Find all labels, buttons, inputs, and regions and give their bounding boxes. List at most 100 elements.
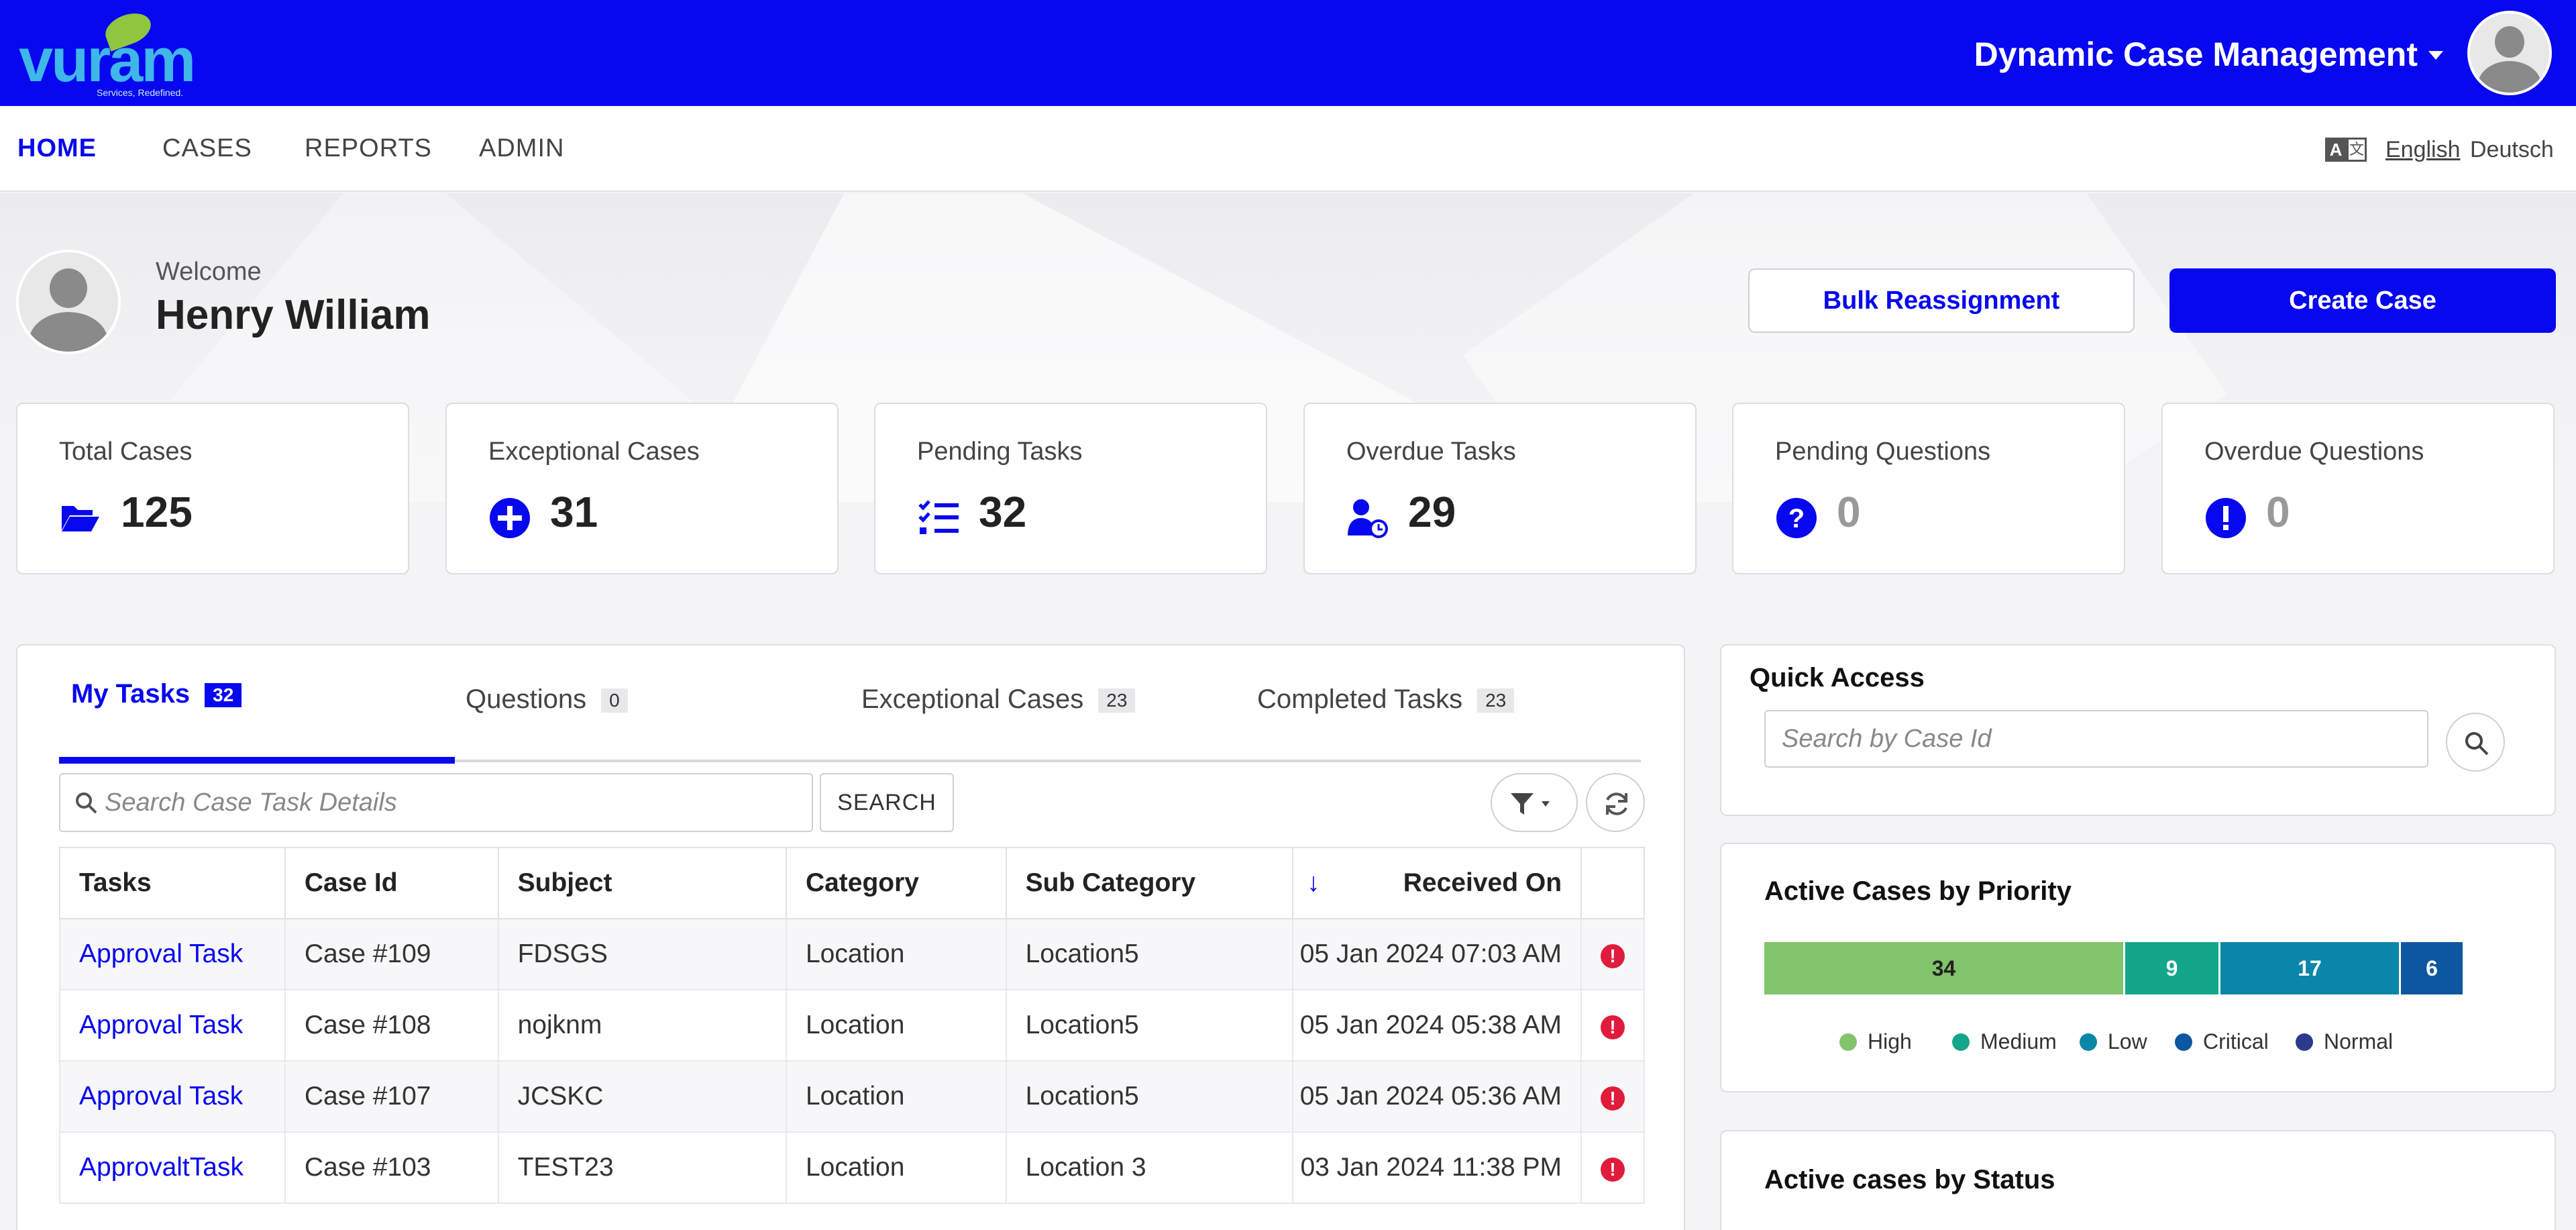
- tab-count-badge: 23: [1477, 688, 1515, 713]
- search-button[interactable]: SEARCH: [820, 773, 954, 832]
- filter-dropdown-button[interactable]: [1491, 773, 1578, 832]
- logo-text: vuram: [19, 26, 196, 95]
- legend-item-critical[interactable]: Critical: [2175, 1029, 2269, 1054]
- column-header-category[interactable]: Category: [785, 847, 1007, 919]
- sub-category-cell: Location 3: [1005, 1131, 1294, 1204]
- tab-count-badge: 23: [1098, 688, 1136, 713]
- tasks-panel: My Tasks 32 Questions 0 Exceptional Cases 2…: [16, 644, 1685, 1230]
- stat-value: 29: [1408, 488, 1456, 536]
- overdue-alert-icon: !: [1601, 1086, 1625, 1111]
- stat-card-exceptional-cases[interactable]: Exceptional Cases 31: [445, 403, 839, 574]
- task-search-input[interactable]: [105, 774, 802, 831]
- stat-value: 32: [979, 488, 1027, 536]
- column-header-subject[interactable]: Subject: [497, 847, 787, 919]
- stat-value: 125: [121, 488, 193, 536]
- bar-segment-high[interactable]: 34: [1764, 942, 2125, 994]
- stat-label: Overdue Tasks: [1346, 438, 1516, 466]
- nav-home[interactable]: HOME: [17, 134, 97, 163]
- task-link[interactable]: Approval Task: [59, 989, 286, 1062]
- stat-card-total-cases[interactable]: Total Cases 125: [16, 403, 409, 574]
- quick-access-panel: Quick Access: [1720, 644, 2556, 816]
- exclamation-circle-icon: [2206, 498, 2246, 538]
- nav-cases[interactable]: CASES: [162, 134, 252, 163]
- stat-value: 0: [1837, 488, 1861, 536]
- priority-legend: High Medium Low Critical Normal: [1721, 1029, 2557, 1056]
- column-header-received-on[interactable]: ↓ Received On: [1292, 847, 1582, 919]
- create-case-button[interactable]: Create Case: [2169, 268, 2556, 333]
- column-header-case-id[interactable]: Case Id: [284, 847, 499, 919]
- caret-down-icon[interactable]: [2428, 51, 2443, 60]
- bar-segment-low[interactable]: 17: [2220, 942, 2401, 994]
- stat-label: Overdue Questions: [2204, 438, 2424, 466]
- refresh-button[interactable]: [1586, 773, 1645, 832]
- stat-card-overdue-questions[interactable]: Overdue Questions 0: [2161, 403, 2555, 574]
- app-switcher[interactable]: Dynamic Case Management: [1974, 35, 2418, 74]
- column-header-sub-category[interactable]: Sub Category: [1005, 847, 1294, 919]
- avatar-body: [2477, 60, 2542, 93]
- table-row[interactable]: ApprovaltTask Case #103 TEST23 Location …: [59, 1131, 1645, 1204]
- received-on-cell: 05 Jan 2024 07:03 AM: [1292, 918, 1582, 990]
- column-header-tasks[interactable]: Tasks: [59, 847, 286, 919]
- tab-questions[interactable]: Questions 0: [466, 684, 628, 715]
- legend-dot: [1839, 1033, 1857, 1051]
- legend-item-high[interactable]: High: [1839, 1029, 1912, 1054]
- overdue-alert-icon: !: [1601, 1158, 1625, 1182]
- subject-cell: TEST23: [497, 1131, 787, 1204]
- legend-item-low[interactable]: Low: [2080, 1029, 2147, 1054]
- task-link[interactable]: ApprovaltTask: [59, 1131, 286, 1204]
- received-on-cell: 05 Jan 2024 05:38 AM: [1292, 989, 1582, 1062]
- overdue-alert-icon: !: [1601, 1015, 1625, 1039]
- tasks-table: Tasks Case Id Subject Category Sub Categ…: [59, 847, 1645, 1204]
- category-cell: Location: [785, 989, 1007, 1062]
- case-id-cell: Case #108: [284, 989, 499, 1062]
- status-cell: !: [1580, 1131, 1645, 1204]
- tab-active-indicator: [59, 757, 455, 764]
- legend-label: Low: [2108, 1029, 2147, 1054]
- table-row[interactable]: Approval Task Case #107 JCSKC Location L…: [59, 1060, 1645, 1133]
- sort-descending-icon[interactable]: ↓: [1307, 868, 1320, 898]
- welcome-label: Welcome: [156, 258, 262, 286]
- category-cell: Location: [785, 1131, 1007, 1204]
- bulk-reassignment-button[interactable]: Bulk Reassignment: [1748, 268, 2135, 333]
- translate-icon: A 文: [2325, 138, 2367, 162]
- case-id-search-input[interactable]: [1764, 710, 2428, 768]
- case-search-button[interactable]: [2446, 713, 2505, 772]
- logo-tagline: Services, Redefined.: [97, 87, 184, 98]
- legend-label: Normal: [2324, 1029, 2394, 1054]
- stat-label: Total Cases: [59, 438, 193, 466]
- case-id-cell: Case #107: [284, 1060, 499, 1133]
- quick-access-title: Quick Access: [1750, 663, 1925, 693]
- overdue-alert-icon: !: [1601, 944, 1625, 968]
- language-english[interactable]: English: [2385, 137, 2461, 163]
- stat-card-pending-tasks[interactable]: Pending Tasks 32: [874, 403, 1267, 574]
- subject-cell: nojknm: [497, 989, 787, 1062]
- subject-cell: JCSKC: [497, 1060, 787, 1133]
- priority-chart-panel: Active Cases by Priority 34 9 17 6 High Medi…: [1720, 843, 2556, 1092]
- stat-value: 31: [550, 488, 598, 536]
- legend-label: High: [1868, 1029, 1912, 1054]
- stat-card-overdue-tasks[interactable]: Overdue Tasks 29: [1303, 403, 1697, 574]
- legend-item-normal[interactable]: Normal: [2296, 1029, 2393, 1054]
- legend-item-medium[interactable]: Medium: [1952, 1029, 2057, 1054]
- profile-avatar[interactable]: [2467, 11, 2552, 95]
- stat-label: Exceptional Cases: [488, 438, 700, 466]
- language-deutsch[interactable]: Deutsch: [2470, 137, 2554, 163]
- nav-reports[interactable]: REPORTS: [305, 134, 432, 163]
- tab-exceptional-cases[interactable]: Exceptional Cases 23: [861, 684, 1136, 715]
- avatar-head: [2494, 25, 2525, 58]
- tab-completed-tasks[interactable]: Completed Tasks 23: [1257, 684, 1515, 715]
- tab-my-tasks[interactable]: My Tasks 32: [71, 679, 242, 709]
- task-link[interactable]: Approval Task: [59, 918, 286, 990]
- category-cell: Location: [785, 1060, 1007, 1133]
- table-row[interactable]: Approval Task Case #109 FDSGS Location L…: [59, 918, 1645, 990]
- sub-category-cell: Location5: [1005, 1060, 1294, 1133]
- bar-segment-critical[interactable]: 6: [2401, 942, 2465, 994]
- bar-segment-medium[interactable]: 9: [2125, 942, 2220, 994]
- stat-card-pending-questions[interactable]: Pending Questions ? 0: [1732, 403, 2125, 574]
- legend-dot: [2175, 1033, 2192, 1051]
- table-row[interactable]: Approval Task Case #108 nojknm Location …: [59, 989, 1645, 1062]
- top-header: vuram Services, Redefined. Dynamic Case …: [0, 0, 2576, 106]
- nav-admin[interactable]: ADMIN: [479, 134, 564, 163]
- task-link[interactable]: Approval Task: [59, 1060, 286, 1133]
- vuram-logo[interactable]: vuram Services, Redefined.: [19, 7, 200, 98]
